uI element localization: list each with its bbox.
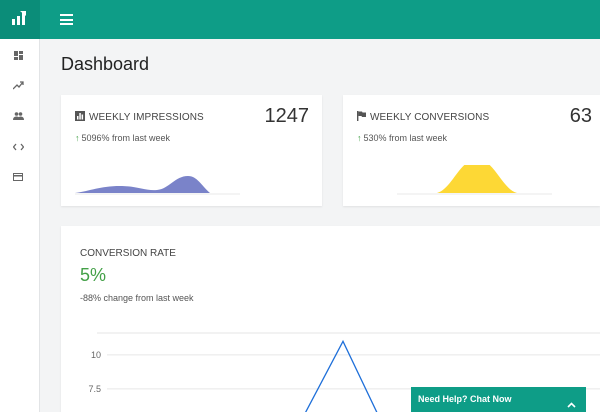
chevron-up-icon [567, 395, 576, 412]
code-icon[interactable] [13, 140, 27, 154]
bar-chart-icon [12, 11, 26, 25]
impressions-value: 1247 [264, 105, 310, 127]
hamburger-menu-icon[interactable] [60, 14, 73, 25]
bar-chart-icon [75, 111, 85, 124]
impressions-sparkline [75, 176, 240, 195]
conversion-rate-change: -88% change from last week [80, 293, 194, 303]
conversion-rate-line [305, 339, 378, 412]
dashboard-icon[interactable] [13, 49, 27, 63]
impressions-change: 5096% from last week [81, 133, 171, 143]
conversion-rate-value: 5% [80, 265, 107, 285]
conversions-change: 530% from last week [363, 133, 448, 143]
page-title: Dashboard [61, 54, 150, 74]
card-title: WEEKLY CONVERSIONS [370, 112, 490, 123]
trending-up-icon[interactable] [13, 79, 27, 93]
y-tick-label: 7.5 [88, 384, 101, 394]
weekly-conversions-card: WEEKLY CONVERSIONS 63 ↑ 530% from last we… [343, 95, 600, 206]
credit-card-icon[interactable] [13, 170, 27, 184]
people-icon[interactable] [13, 109, 27, 123]
top-bar [0, 0, 600, 39]
chat-label: Need Help? Chat Now [418, 394, 512, 404]
logo[interactable] [0, 0, 40, 39]
conversions-sparkline [397, 165, 552, 195]
chat-now-button[interactable]: Need Help? Chat Now [411, 387, 586, 412]
conversions-value: 63 [569, 105, 592, 127]
y-tick-label: 10 [91, 350, 101, 360]
weekly-impressions-card: WEEKLY IMPRESSIONS 1247 ↑ 5096% from last… [61, 95, 322, 206]
flag-icon [357, 111, 366, 124]
sidebar [0, 39, 40, 412]
trend-up-arrow: ↑ [357, 133, 362, 143]
conversion-rate-title: CONVERSION RATE [80, 248, 176, 259]
card-title: WEEKLY IMPRESSIONS [89, 112, 204, 123]
conversion-rate-card: CONVERSION RATE 5% -88% change from last… [61, 226, 600, 412]
trend-up-arrow: ↑ [75, 133, 80, 143]
